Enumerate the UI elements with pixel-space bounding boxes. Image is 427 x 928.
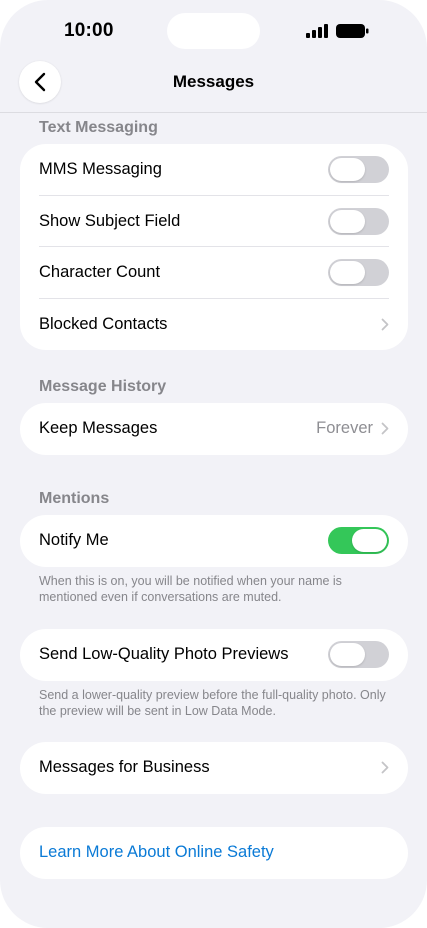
low-quality-photo-row: Send Low-Quality Photo Previews — [20, 629, 408, 681]
character-count-label: Character Count — [39, 263, 161, 282]
notify-me-label: Notify Me — [39, 531, 109, 550]
character-count-row: Character Count — [20, 247, 408, 299]
show-subject-field-label: Show Subject Field — [39, 211, 181, 230]
section-header-text-messaging: Text Messaging — [39, 119, 158, 136]
section-header-mentions: Mentions — [39, 490, 110, 507]
show-subject-field-toggle[interactable] — [328, 207, 389, 235]
chevron-right-icon — [381, 318, 389, 331]
navigation-bar: Messages — [0, 58, 427, 113]
mentions-footer-note: When this is on, you will be notified wh… — [39, 574, 342, 604]
keep-messages-label: Keep Messages — [39, 419, 158, 438]
blocked-contacts-row[interactable]: Blocked Contacts — [20, 299, 408, 351]
notify-me-row: Notify Me — [20, 515, 408, 567]
mentions-group: Notify Me — [20, 515, 408, 567]
cellular-signal-icon — [306, 24, 328, 38]
character-count-toggle[interactable] — [328, 259, 389, 287]
message-history-group: Keep Messages Forever — [20, 403, 408, 455]
chevron-right-icon — [381, 422, 389, 435]
phone-screen: 10:00 Messages Text Messaging MMS Messag… — [0, 0, 427, 928]
blocked-contacts-label: Blocked Contacts — [39, 314, 168, 333]
status-time: 10:00 — [64, 20, 114, 41]
notify-me-toggle[interactable] — [328, 527, 389, 555]
messages-for-business-label: Messages for Business — [39, 758, 210, 777]
text-messaging-group: MMS Messaging Show Subject Field Charact… — [20, 144, 408, 350]
battery-icon — [336, 24, 369, 38]
show-subject-field-row: Show Subject Field — [20, 196, 408, 248]
keep-messages-row[interactable]: Keep Messages Forever — [20, 403, 408, 455]
business-group: Messages for Business — [20, 742, 408, 794]
page-title: Messages — [172, 72, 255, 91]
low-quality-footer-note: Send a lower-quality preview before the … — [39, 688, 386, 718]
messages-for-business-row[interactable]: Messages for Business — [20, 742, 408, 794]
section-header-message-history: Message History — [39, 378, 167, 395]
low-quality-photo-toggle[interactable] — [328, 641, 389, 669]
online-safety-link-label: Learn More About Online Safety — [39, 843, 274, 862]
mms-messaging-label: MMS Messaging — [39, 160, 162, 179]
low-quality-photo-group: Send Low-Quality Photo Previews — [20, 629, 408, 681]
keep-messages-value: Forever — [316, 419, 373, 438]
dynamic-island — [167, 13, 260, 49]
mms-messaging-toggle[interactable] — [328, 156, 389, 184]
status-bar: 10:00 — [0, 0, 427, 62]
online-safety-group: Learn More About Online Safety — [20, 827, 408, 879]
online-safety-link[interactable]: Learn More About Online Safety — [20, 827, 408, 879]
mms-messaging-row: MMS Messaging — [20, 144, 408, 196]
chevron-right-icon — [381, 761, 389, 774]
low-quality-photo-label: Send Low-Quality Photo Previews — [39, 645, 289, 664]
